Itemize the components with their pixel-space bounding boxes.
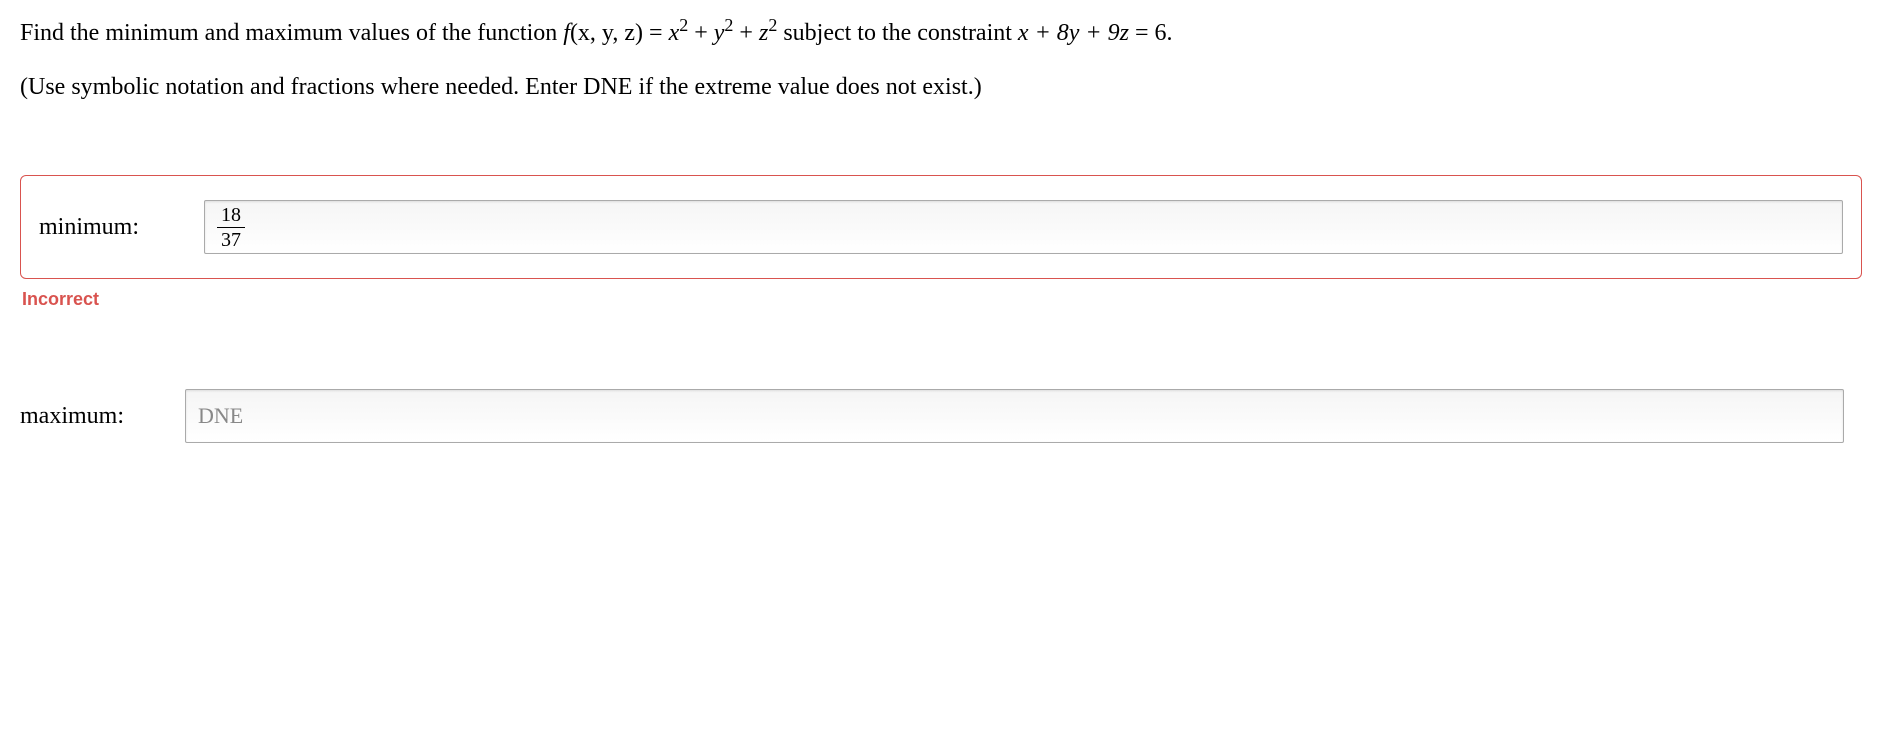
minimum-input[interactable]: 18 37 <box>204 200 1843 254</box>
sup-2c: 2 <box>768 15 777 35</box>
question-text: Find the minimum and maximum values of t… <box>20 12 1862 51</box>
expr-x: x <box>669 20 680 46</box>
maximum-label: maximum: <box>20 403 155 430</box>
expr-z: z <box>759 20 768 46</box>
maximum-answer-box: maximum: DNE <box>20 365 1862 467</box>
equals: = <box>643 20 669 46</box>
constraint-eq: = 6. <box>1129 20 1173 46</box>
constraint-lhs: x + 8y + 9z <box>1018 20 1129 46</box>
fraction-value: 18 37 <box>217 205 245 250</box>
maximum-placeholder: DNE <box>198 403 243 429</box>
sup-2a: 2 <box>679 15 688 35</box>
expr-y: y <box>714 20 725 46</box>
incorrect-feedback: Incorrect <box>22 289 1862 310</box>
plus2: + <box>733 20 759 46</box>
subject: subject to the constraint <box>777 20 1018 46</box>
minimum-label: minimum: <box>39 214 174 241</box>
minimum-answer-box: minimum: 18 37 <box>20 175 1862 279</box>
func-name: f <box>563 20 570 46</box>
fraction-numerator: 18 <box>217 205 245 228</box>
instruction-text: (Use symbolic notation and fractions whe… <box>20 69 1862 105</box>
question-prefix: Find the minimum and maximum values of t… <box>20 20 563 46</box>
func-vars: (x, y, z) <box>570 20 643 46</box>
plus1: + <box>688 20 714 46</box>
maximum-input[interactable]: DNE <box>185 389 1844 443</box>
fraction-denominator: 37 <box>217 228 245 250</box>
